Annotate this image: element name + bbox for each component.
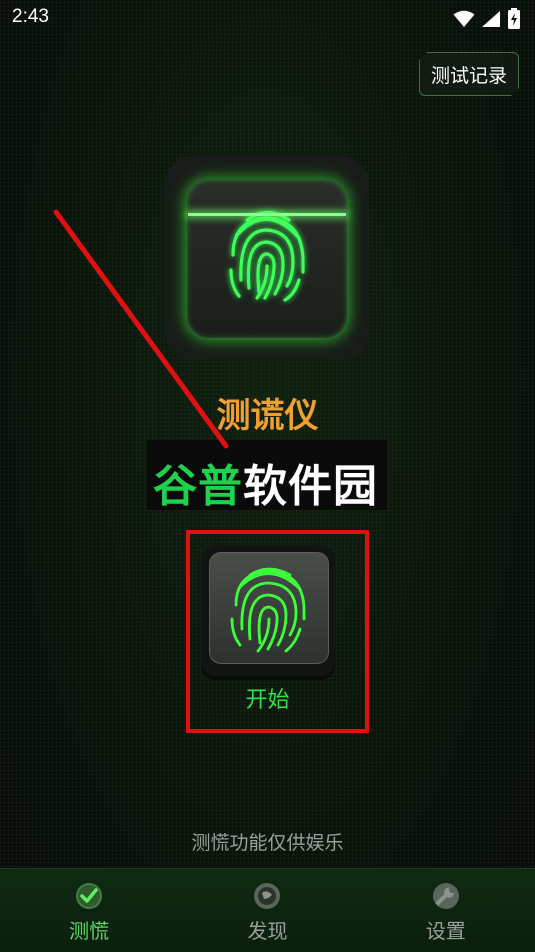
watermark-part1: 谷普 bbox=[153, 461, 243, 512]
signal-icon bbox=[482, 11, 500, 27]
wifi-icon bbox=[453, 10, 475, 27]
disclaimer-text: 测慌功能仅供娱乐 bbox=[191, 832, 344, 854]
watermark: 谷普软件园 bbox=[147, 440, 387, 512]
bottom-nav: 测慌 发现 设置 bbox=[0, 868, 535, 952]
discover-icon bbox=[254, 883, 281, 909]
status-time: 2:43 bbox=[12, 6, 49, 27]
status-bar: 2:43 bbox=[0, 0, 535, 36]
app-title: 测谎仪 bbox=[216, 396, 319, 436]
fingerprint-icon bbox=[229, 210, 305, 302]
status-icons bbox=[453, 8, 521, 30]
start-label: 开始 bbox=[245, 688, 290, 713]
test-record-label: 测试记录 bbox=[430, 64, 507, 87]
scan-line bbox=[188, 213, 346, 216]
battery-icon bbox=[508, 8, 520, 29]
watermark-part2: 软件园 bbox=[243, 461, 378, 512]
nav-label-test: 测慌 bbox=[69, 919, 110, 943]
check-circle-icon bbox=[76, 883, 103, 909]
nav-label-settings: 设置 bbox=[425, 919, 466, 943]
app-logo bbox=[165, 156, 369, 360]
wrench-icon bbox=[432, 883, 459, 909]
nav-item-test[interactable]: 测慌 bbox=[0, 869, 178, 952]
watermark-text: 谷普软件园 bbox=[153, 450, 378, 514]
nav-label-discover: 发现 bbox=[247, 919, 288, 943]
test-record-button[interactable]: 测试记录 bbox=[419, 52, 519, 96]
nav-item-settings[interactable]: 设置 bbox=[357, 869, 535, 952]
app-logo-screen bbox=[187, 180, 347, 338]
nav-item-discover[interactable]: 发现 bbox=[178, 869, 356, 952]
